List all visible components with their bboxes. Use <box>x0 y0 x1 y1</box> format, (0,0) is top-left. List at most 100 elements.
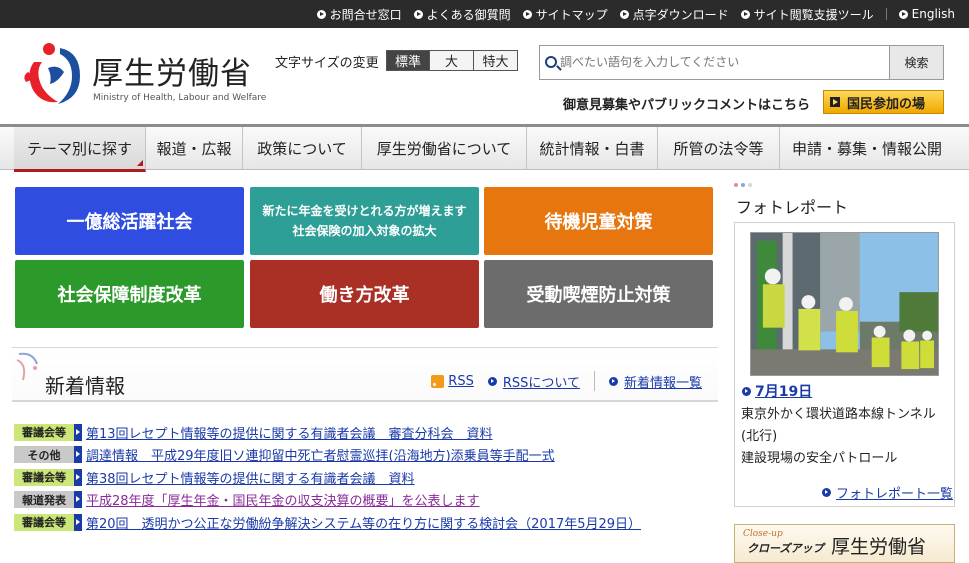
top-divider <box>885 8 887 20</box>
news-tag-label: 審議会等 <box>22 426 66 440</box>
arrow-icon <box>522 9 532 19</box>
top-link-contact[interactable]: お問合せ窓口 <box>316 6 402 23</box>
top-link-sitemap[interactable]: サイトマップ <box>522 6 608 23</box>
photo-report-date-link[interactable]: 7月19日 <box>742 381 812 401</box>
site-title[interactable]: 厚生労働省 <box>92 48 252 93</box>
decorative-dots <box>734 183 755 187</box>
search-button[interactable]: 検索 <box>889 46 943 79</box>
rss-link[interactable]: RSS <box>431 374 474 389</box>
font-size-standard-button[interactable]: 標準 <box>387 51 429 70</box>
top-link-faq[interactable]: よくある御質問 <box>413 6 511 23</box>
top-link-english[interactable]: English <box>898 7 955 21</box>
font-size-selector: 標準 大 特大 <box>386 50 518 71</box>
arrow-icon <box>830 97 840 107</box>
arrow-icon <box>74 446 82 464</box>
news-list-link[interactable]: 新着情報一覧 <box>608 372 702 391</box>
closeup-jp-label: クローズアップ <box>747 542 824 555</box>
nav-label: 報道・広報 <box>156 139 232 158</box>
arrow-icon <box>316 9 326 19</box>
public-comment-text: 御意見募集やパブリックコメントはこちら <box>563 98 811 113</box>
nav-item-theme[interactable]: テーマ別に探す ◢ <box>14 127 146 172</box>
news-title: 新着情報 <box>45 374 125 398</box>
tile-ichioku[interactable]: 一億総活躍社会 <box>15 187 244 255</box>
arrow-icon <box>413 9 423 19</box>
nav-label: テーマ別に探す <box>26 139 132 158</box>
top-link-label: サイトマップ <box>535 7 608 22</box>
nav-label: 政策について <box>257 139 347 158</box>
news-divider <box>593 371 595 391</box>
news-link[interactable]: 第13回レセプト情報等の提供に関する有識者会議 審査分科会 資料 <box>86 423 493 442</box>
public-participation-button[interactable]: 国民参加の場 <box>823 90 944 114</box>
photo-report-image[interactable] <box>750 232 939 376</box>
public-participation-label: 国民参加の場 <box>847 96 926 112</box>
photo-report-list-label: フォトレポート一覧 <box>836 487 954 502</box>
nav-item-statistics[interactable]: 統計情報・白書 <box>527 127 658 169</box>
tile-pension[interactable]: 新たに年金を受けとれる方が増えます 社会保険の加入対象の拡大 <box>250 187 479 255</box>
news-link[interactable]: 第38回レセプト情報等の提供に関する有識者会議 資料 <box>86 468 415 487</box>
top-link-label: 点字ダウンロード <box>632 7 729 22</box>
tile-childcare[interactable]: 待機児童対策 <box>484 187 713 255</box>
search-input[interactable] <box>560 52 890 72</box>
arrow-icon <box>619 9 629 19</box>
photo-report-card: 7月19日 東京外かく環状道路本線トンネル (北行) 建設現場の安全パトロール <box>734 222 955 507</box>
tile-social-security[interactable]: 社会保障制度改革 <box>15 260 244 328</box>
tile-pension-line1: 新たに年金を受けとれる方が増えます <box>262 204 467 218</box>
news-list: 審議会等 第13回レセプト情報等の提供に関する有識者会議 審査分科会 資料 その… <box>14 421 714 534</box>
top-utility-bar: お問合せ窓口 よくある御質問 サイトマップ 点字ダウンロード サイト閲覧支援ツー… <box>0 0 969 28</box>
closeup-name: 厚生労働省 <box>831 536 927 558</box>
news-tag: 審議会等 <box>14 423 82 441</box>
top-link-label: よくある御質問 <box>426 7 511 22</box>
nav-item-policy[interactable]: 政策について <box>243 127 362 169</box>
photo-desc-line: 建設現場の安全パトロール <box>741 451 898 466</box>
news-item: 審議会等 第13回レセプト情報等の提供に関する有識者会議 審査分科会 資料 <box>14 421 714 444</box>
tile-smoking[interactable]: 受動喫煙防止対策 <box>484 260 713 328</box>
nav-item-about[interactable]: 厚生労働省について <box>362 127 527 169</box>
nav-item-applications[interactable]: 申請・募集・情報公開 <box>780 127 954 169</box>
news-item: 報道発表 平成28年度「厚生年金・国民年金の収支決算の概要」を公表します <box>14 489 714 512</box>
closeup-banner[interactable]: Close-up クローズアップ 厚生労働省 <box>734 524 955 563</box>
decorative-swirl-icon <box>16 352 38 381</box>
nav-label: 所管の法令等 <box>673 139 764 158</box>
global-nav: テーマ別に探す ◢ 報道・広報 政策について 厚生労働省について 統計情報・白書… <box>0 124 969 172</box>
news-item: 審議会等 第20回 透明かつ公正な労働紛争解決システム等の在り方に関する検討会（… <box>14 511 714 534</box>
news-link[interactable]: 調達情報 平成29年度旧ソ連抑留中死亡者慰霊巡拝(沿海地方)添乗員等手配一式 <box>86 445 555 464</box>
news-link[interactable]: 第20回 透明かつ公正な労働紛争解決システム等の在り方に関する検討会（2017年… <box>86 513 641 532</box>
nav-label: 統計情報・白書 <box>539 139 645 158</box>
search-icon <box>545 56 557 68</box>
nav-item-laws[interactable]: 所管の法令等 <box>658 127 780 169</box>
news-tag: その他 <box>14 446 82 464</box>
arrow-icon <box>74 468 82 486</box>
mhlw-logo-icon[interactable] <box>22 42 84 106</box>
closeup-en-label: Close-up <box>743 529 783 539</box>
font-size-xlarge-button[interactable]: 特大 <box>473 51 517 70</box>
top-link-label: お問合せ窓口 <box>329 7 402 22</box>
news-list-label: 新着情報一覧 <box>623 375 702 391</box>
about-rss-link[interactable]: RSSについて <box>487 372 580 391</box>
news-header: 新着情報 RSS RSSについて 新着情報一覧 <box>12 347 718 402</box>
arrow-icon <box>898 9 908 19</box>
tile-work-reform[interactable]: 働き方改革 <box>250 260 479 328</box>
news-tag-label: 審議会等 <box>22 471 66 485</box>
top-link-braille[interactable]: 点字ダウンロード <box>619 6 729 23</box>
nav-item-press[interactable]: 報道・広報 <box>146 127 243 169</box>
nav-label: 厚生労働省について <box>376 139 512 158</box>
news-link[interactable]: 平成28年度「厚生年金・国民年金の収支決算の概要」を公表します <box>86 490 480 509</box>
rss-icon <box>431 374 445 388</box>
arrow-icon <box>74 423 82 441</box>
news-tag: 審議会等 <box>14 513 82 531</box>
photo-report-list-link[interactable]: フォトレポート一覧 <box>822 483 953 502</box>
site-header: 厚生労働省 Ministry of Health, Labour and Wel… <box>0 28 969 124</box>
photo-desc-line: (北行) <box>741 429 778 444</box>
news-tag: 審議会等 <box>14 468 82 486</box>
top-link-label: サイト閲覧支援ツール <box>753 7 874 22</box>
news-tag-label: 報道発表 <box>22 493 66 507</box>
top-link-accessibility[interactable]: サイト閲覧支援ツール <box>740 6 874 23</box>
top-link-label: English <box>911 7 955 21</box>
arrow-icon <box>74 491 82 509</box>
arrow-icon <box>74 513 82 531</box>
news-item: 審議会等 第38回レセプト情報等の提供に関する有識者会議 資料 <box>14 466 714 489</box>
news-links: RSS RSSについて 新着情報一覧 <box>417 371 702 391</box>
arrow-icon <box>487 376 497 386</box>
font-size-large-button[interactable]: 大 <box>429 51 473 70</box>
arrow-icon <box>740 9 750 19</box>
